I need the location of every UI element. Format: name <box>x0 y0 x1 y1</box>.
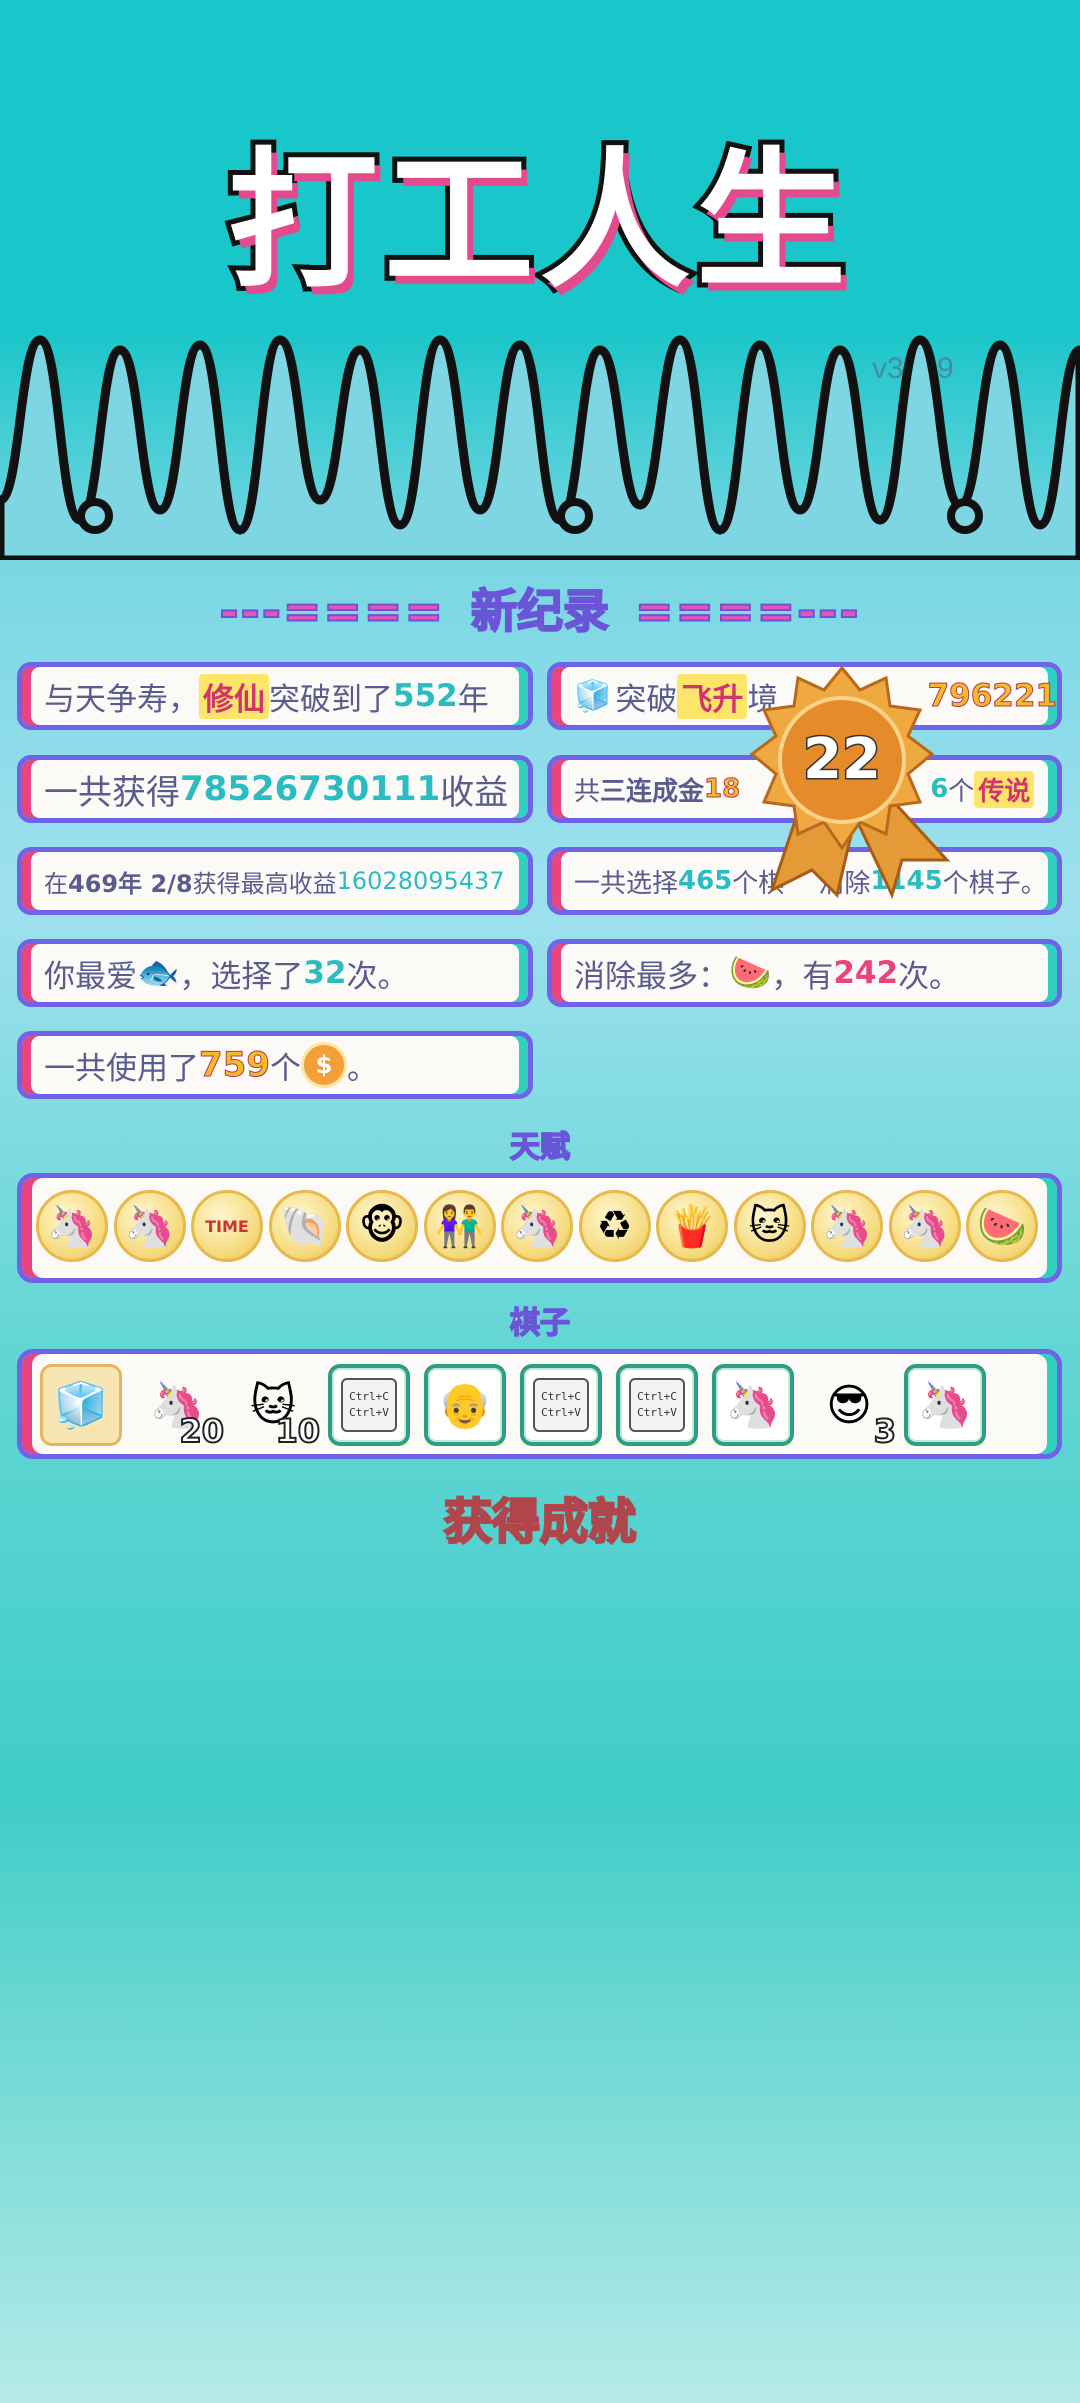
piece-item[interactable]: 😎 3 <box>808 1364 897 1452</box>
copy-paste-icon: Ctrl+C Ctrl+V <box>533 1378 589 1432</box>
game-title: 打工人生 <box>223 130 852 314</box>
talent-item[interactable]: 🦄 <box>501 1190 573 1262</box>
piece-item[interactable]: 👴 <box>424 1364 506 1446</box>
header-band: 打工人生 v3.8.9 <box>0 0 1080 560</box>
record-total-income: 一共获得 78526730111 收益 <box>17 755 533 823</box>
record-coins-used: 一共使用了 759 个 $。 <box>17 1031 533 1099</box>
record-most-removed: 消除最多： 🍉 ，有 242 次。 <box>547 939 1062 1007</box>
talent-item[interactable]: 🦄 <box>36 1190 108 1262</box>
record-favorite: 你最爱 🐟 ，选择了 32 次。 <box>17 939 533 1007</box>
piece-icon: 🦄 <box>725 1380 781 1431</box>
piece-item[interactable]: Ctrl+C Ctrl+V <box>520 1364 602 1446</box>
talents-strip: 🦄 🦄 TIME 🐚 🐵 👫 🦄 ♻ 🍟 🐱 🦄 🦄 🍉 <box>17 1173 1062 1283</box>
talents-heading: 天赋 <box>509 1129 571 1166</box>
piece-icon: 😎 <box>826 1379 872 1431</box>
pieces-strip: 🧊 🦄 20 🐱 10 Ctrl+C Ctrl+V 👴 Ctrl+C Ctrl+V Ctrl+C Ct… <box>17 1349 1062 1459</box>
talent-item[interactable]: ♻ <box>578 1190 651 1262</box>
piece-item[interactable]: Ctrl+C Ctrl+V <box>328 1364 410 1446</box>
piece-count: 10 <box>274 1411 321 1451</box>
pieces-heading: 棋子 <box>509 1305 571 1342</box>
record-longevity: 与天争寿， 修仙 突破到了 552 年 <box>17 662 533 730</box>
watermelon-icon: 🍉 <box>729 953 772 993</box>
talent-item[interactable]: 🍟 <box>656 1190 728 1262</box>
piece-item[interactable]: 🧊 <box>40 1364 122 1446</box>
coin-icon: $ <box>300 1042 347 1088</box>
piece-item[interactable]: 🦄 20 <box>136 1364 225 1451</box>
piece-item[interactable]: 🐱 10 <box>232 1364 321 1452</box>
piece-item[interactable]: 🦄 <box>712 1364 794 1446</box>
copy-paste-icon: Ctrl+C Ctrl+V <box>629 1378 685 1432</box>
talent-item[interactable]: 🦄 <box>811 1190 883 1262</box>
piece-item[interactable]: Ctrl+C Ctrl+V <box>616 1364 698 1446</box>
new-record-heading: ---==== 新纪录 ====--- <box>219 583 861 639</box>
record-best-income: 在 469年 2/8 获得最高收益 16028095437 <box>17 847 533 915</box>
talent-item[interactable]: 👫 <box>423 1190 496 1262</box>
piece-item[interactable]: 🦄 <box>904 1364 986 1446</box>
piece-icon: 🦄 <box>917 1380 973 1431</box>
medal-number: 22 <box>803 727 881 792</box>
piece-count: 20 <box>178 1411 225 1451</box>
talent-item[interactable]: 🐱 <box>733 1190 806 1262</box>
talent-item[interactable]: 🍉 <box>966 1190 1038 1262</box>
talent-item[interactable]: 🐚 <box>268 1190 341 1262</box>
piece-count: 3 <box>873 1411 897 1451</box>
drip-decoration <box>0 335 1080 560</box>
copy-paste-icon: Ctrl+C Ctrl+V <box>341 1378 397 1432</box>
piece-icon: 🧊 <box>53 1380 109 1431</box>
fish-icon: 🐟 <box>137 953 180 993</box>
achievements-heading[interactable]: 获得成就 <box>0 1482 1080 1552</box>
fridge-icon: 🧊 <box>574 678 612 714</box>
talent-item[interactable]: 🦄 <box>888 1190 961 1262</box>
medal-badge: 22 <box>749 665 951 900</box>
talent-item[interactable]: 🦄 <box>113 1190 186 1262</box>
talent-item[interactable]: 🐵 <box>346 1190 418 1262</box>
piece-icon: 👴 <box>437 1380 493 1431</box>
talent-item[interactable]: TIME <box>191 1190 263 1262</box>
